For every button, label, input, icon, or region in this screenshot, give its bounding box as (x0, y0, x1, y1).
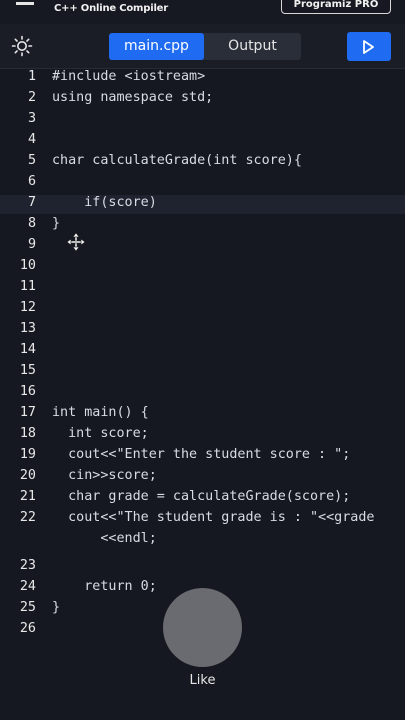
line-number: 12 (19, 300, 36, 315)
like-button[interactable] (163, 588, 242, 667)
line-number: 1 (27, 69, 36, 84)
run-button[interactable] (347, 32, 391, 61)
code-line: int main() { (52, 405, 149, 420)
line-number: 22 (19, 510, 36, 525)
line-number: 13 (19, 321, 36, 336)
line-number: 7 (27, 195, 36, 210)
line-number: 19 (19, 447, 36, 462)
play-icon (363, 40, 374, 54)
tab-main-cpp[interactable]: main.cpp (109, 33, 204, 60)
code-line: cin>>score; (52, 468, 157, 483)
line-number: 3 (27, 111, 36, 126)
line-number: 18 (19, 426, 36, 441)
code-line: cout<<"Enter the student score : "; (52, 447, 351, 462)
code-line: using namespace std; (52, 90, 214, 105)
line-number: 14 (19, 342, 36, 357)
code-line: char grade = calculateGrade(score); (52, 489, 351, 504)
code-line: } (52, 600, 61, 615)
code-line: <<endl; (52, 531, 157, 546)
line-number: 9 (27, 237, 36, 252)
code-line: } (52, 216, 61, 231)
line-number: 23 (19, 558, 36, 573)
sun-icon[interactable] (11, 35, 33, 57)
line-number: 10 (19, 258, 36, 273)
file-tabs: main.cpp Output (109, 33, 301, 60)
code-line: if(score) (52, 195, 157, 210)
code-line: #include <iostream> (52, 69, 206, 84)
menu-icon[interactable] (16, 2, 34, 5)
programiz-pro-button[interactable]: Programiz PRO (281, 0, 391, 14)
line-number: 26 (19, 621, 36, 636)
code-line: int score; (52, 426, 149, 441)
line-number: 21 (19, 489, 36, 504)
line-number: 6 (27, 174, 36, 189)
line-number: 4 (27, 132, 36, 147)
line-number: 8 (27, 216, 36, 231)
code-line: char calculateGrade(int score){ (52, 153, 302, 168)
line-number: 17 (19, 405, 36, 420)
editor-toolbar: main.cpp Output (0, 24, 405, 69)
move-cursor-icon (66, 232, 86, 252)
code-line: cout<<"The student grade is : "<<grade (52, 510, 375, 525)
app-title: C++ Online Compiler (54, 3, 168, 14)
tab-output[interactable]: Output (204, 33, 301, 60)
like-label: Like (189, 673, 216, 688)
line-number: 5 (27, 153, 36, 168)
line-number: 15 (19, 363, 36, 378)
line-number: 16 (19, 384, 36, 399)
line-number: 24 (19, 579, 36, 594)
top-bar: C++ Online Compiler Programiz PRO (0, 0, 405, 24)
line-number: 11 (19, 279, 36, 294)
code-line: return 0; (52, 579, 157, 594)
line-number: 2 (27, 90, 36, 105)
line-number: 25 (19, 600, 36, 615)
line-number: 20 (19, 468, 36, 483)
